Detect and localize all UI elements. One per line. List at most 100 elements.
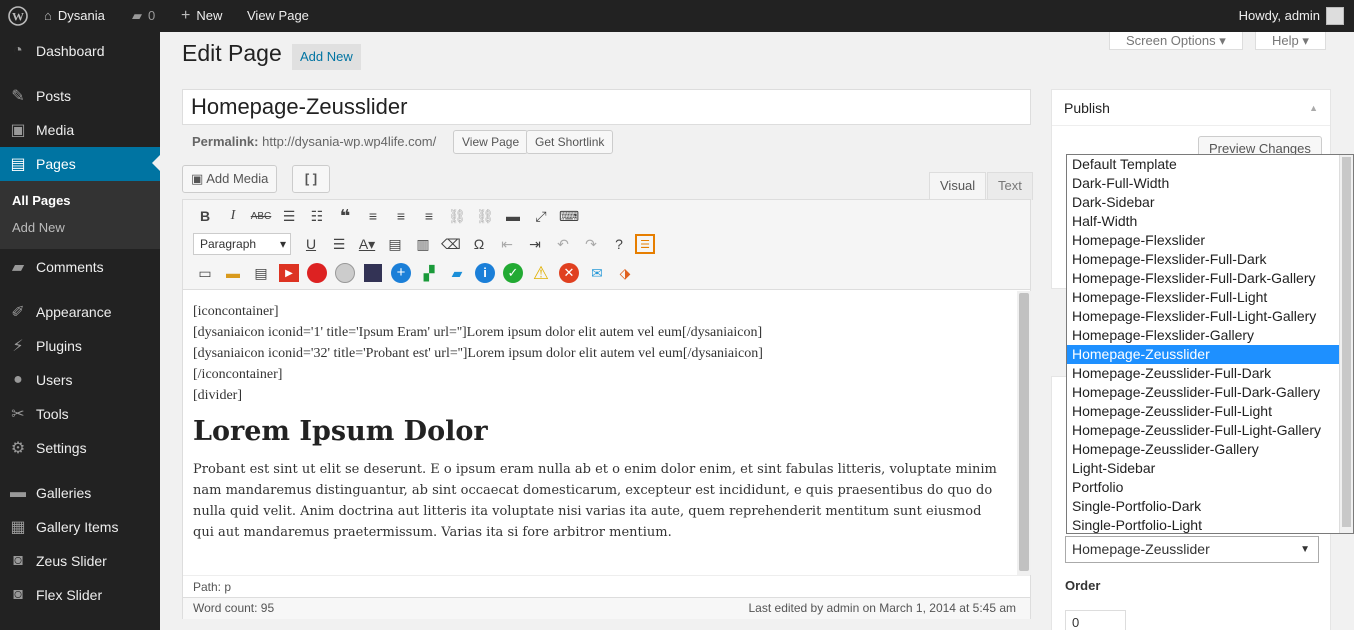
youtube-icon[interactable]: ▶ (277, 261, 301, 285)
scroll-thumb[interactable] (1019, 293, 1029, 571)
record-icon[interactable] (305, 261, 329, 285)
numbered-list-icon[interactable]: ☷ (305, 204, 329, 228)
tab-visual[interactable]: Visual (929, 172, 987, 200)
form-icon[interactable]: ▤ (249, 261, 273, 285)
unlink-icon[interactable]: ⛓ (473, 204, 497, 228)
sidebar-item-plugins[interactable]: ⚡ Plugins (0, 329, 160, 363)
get-shortlink-button[interactable]: Get Shortlink (526, 130, 614, 154)
underline-icon[interactable]: U (299, 232, 323, 256)
check-icon[interactable]: ✓ (501, 261, 525, 285)
redo-icon[interactable]: ↷ (579, 232, 603, 256)
help-icon[interactable]: ? (607, 232, 631, 256)
template-option[interactable]: Light-Sidebar (1067, 459, 1353, 478)
sidebar-item-media[interactable]: ▣ Media (0, 113, 160, 147)
sidebar-item-dashboard[interactable]: ◔ Dashboard (0, 34, 160, 68)
outdent-icon[interactable]: ⇤ (495, 232, 519, 256)
sidebar-item-posts[interactable]: ✎ Posts (0, 79, 160, 113)
warning-icon[interactable]: ⚠ (529, 261, 553, 285)
template-select[interactable]: Homepage-Zeusslider ▼ (1065, 536, 1319, 563)
template-option[interactable]: Default Template (1067, 155, 1353, 174)
align-right-icon[interactable]: ≡ (417, 204, 441, 228)
add-new-button[interactable]: Add New (292, 44, 361, 70)
site-name-link[interactable]: ⌂ Dysania (44, 0, 105, 32)
undo-icon[interactable]: ↶ (551, 232, 575, 256)
template-option[interactable]: Homepage-Zeusslider-Full-Dark (1067, 364, 1353, 383)
screen-options-button[interactable]: Screen Options ▾ (1109, 32, 1243, 50)
template-option[interactable]: Single-Portfolio-Dark (1067, 497, 1353, 516)
format-select[interactable]: Paragraph (193, 233, 291, 255)
editor-content[interactable]: [iconcontainer] [dysaniaicon iconid='1' … (183, 291, 1016, 575)
template-option[interactable]: Dark-Sidebar (1067, 193, 1353, 212)
add-icon[interactable]: + (389, 261, 413, 285)
keyboard-icon[interactable]: ⌨ (557, 204, 581, 228)
template-option[interactable]: Half-Width (1067, 212, 1353, 231)
blockquote-icon[interactable]: ❝ (333, 204, 357, 228)
error-icon[interactable]: ✕ (557, 261, 581, 285)
sidebar-item-users[interactable]: ● Users (0, 363, 160, 397)
template-option[interactable]: Portfolio (1067, 478, 1353, 497)
template-option[interactable]: Homepage-Flexslider-Full-Light-Gallery (1067, 307, 1353, 326)
comments-link[interactable]: ▰ 0 (132, 0, 155, 32)
template-option[interactable]: Homepage-Zeusslider-Full-Light-Gallery (1067, 421, 1353, 440)
collapse-arrow-icon[interactable]: ▲ (1309, 90, 1318, 126)
add-media-button[interactable]: ▣ Add Media (182, 165, 278, 193)
sidebar-item-galleries[interactable]: ▬ Galleries (0, 476, 160, 510)
sidebar-item-settings[interactable]: ⚙ Settings (0, 431, 160, 465)
image-icon[interactable] (361, 261, 385, 285)
sidebar-item-zeus-slider[interactable]: ◙ Zeus Slider (0, 544, 160, 578)
info-icon[interactable]: i (473, 261, 497, 285)
editor-scrollbar[interactable] (1017, 291, 1031, 575)
bold-icon[interactable]: B (193, 204, 217, 228)
align-center-icon[interactable]: ≡ (389, 204, 413, 228)
paste-text-icon[interactable]: ▤ (383, 232, 407, 256)
tag-icon[interactable]: ⬗ (613, 261, 637, 285)
paste-word-icon[interactable]: ▥ (411, 232, 435, 256)
slider-icon[interactable]: ▬ (221, 261, 245, 285)
add-document-icon[interactable]: ▞ (417, 261, 441, 285)
strikethrough-icon[interactable]: ABC (249, 204, 273, 228)
template-option[interactable]: Homepage-Zeusslider-Full-Dark-Gallery (1067, 383, 1353, 402)
view-page-button[interactable]: View Page (453, 130, 529, 154)
link-icon[interactable]: ⛓ (445, 204, 469, 228)
new-content-link[interactable]: + New (181, 0, 222, 32)
template-option[interactable]: Single-Portfolio-Light (1067, 516, 1353, 533)
account-menu[interactable]: Howdy, admin (1239, 0, 1344, 32)
more-tag-icon[interactable]: ▬ (501, 204, 525, 228)
bullet-list-icon[interactable]: ☰ (277, 204, 301, 228)
sidebar-item-comments[interactable]: ▰ Comments (0, 250, 160, 284)
template-option[interactable]: Homepage-Flexslider-Full-Dark (1067, 250, 1353, 269)
sidebar-item-tools[interactable]: ✂ Tools (0, 397, 160, 431)
speech-bubble-icon[interactable]: ▰ (445, 261, 469, 285)
template-option[interactable]: Homepage-Flexslider-Full-Dark-Gallery (1067, 269, 1353, 288)
submenu-add-new[interactable]: Add New (12, 220, 65, 235)
template-option[interactable]: Homepage-Zeusslider-Full-Light (1067, 402, 1353, 421)
clear-formatting-icon[interactable]: ⌫ (439, 232, 463, 256)
post-title-input[interactable]: Homepage-Zeusslider (182, 89, 1031, 125)
wordpress-logo-icon[interactable]: W (8, 0, 30, 32)
dropdown-scrollbar[interactable] (1339, 155, 1353, 533)
italic-icon[interactable]: I (221, 204, 245, 228)
sidebar-item-appearance[interactable]: ✐ Appearance (0, 295, 160, 329)
mail-upload-icon[interactable]: ✉ (585, 261, 609, 285)
template-option[interactable]: Homepage-Flexslider (1067, 231, 1353, 250)
shortcode-list-icon[interactable]: ☰ (635, 234, 655, 254)
justify-icon[interactable]: ☰ (327, 232, 351, 256)
sidebar-item-gallery-items[interactable]: ▦ Gallery Items (0, 510, 160, 544)
publish-header[interactable]: Publish ▲ (1052, 90, 1330, 126)
sidebar-item-pages[interactable]: ▤ Pages (0, 147, 160, 181)
order-input[interactable]: 0 (1065, 610, 1126, 630)
circle-icon[interactable] (333, 261, 357, 285)
sidebar-item-flex-slider[interactable]: ◙ Flex Slider (0, 578, 160, 612)
tab-text[interactable]: Text (987, 172, 1033, 200)
template-option[interactable]: Homepage-Flexslider-Gallery (1067, 326, 1353, 345)
template-option[interactable]: Homepage-Flexslider-Full-Light (1067, 288, 1353, 307)
dropdown-scroll-thumb[interactable] (1342, 157, 1351, 527)
permalink-url[interactable]: http://dysania-wp.wp4life.com/ (262, 134, 436, 149)
template-option[interactable]: Homepage-Zeusslider-Gallery (1067, 440, 1353, 459)
submenu-all-pages[interactable]: All Pages (12, 193, 71, 208)
template-option[interactable]: Homepage-Zeusslider (1067, 345, 1341, 364)
view-page-link[interactable]: View Page (247, 0, 309, 32)
template-option[interactable]: Dark-Full-Width (1067, 174, 1353, 193)
shortcode-button[interactable]: [ ] (292, 165, 330, 193)
help-button[interactable]: Help ▾ (1255, 32, 1326, 50)
